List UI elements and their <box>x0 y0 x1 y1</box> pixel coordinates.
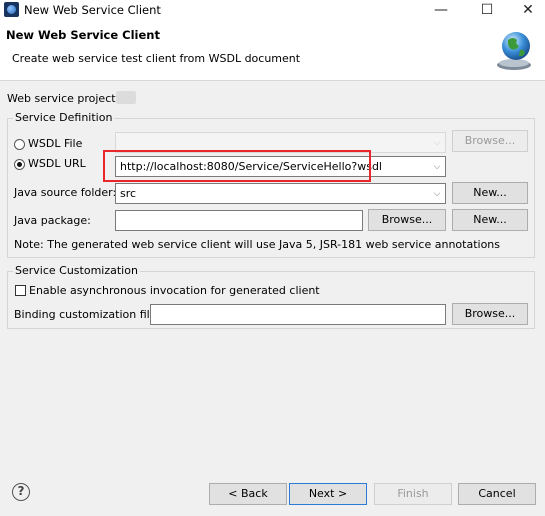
java-package-input[interactable] <box>115 210 363 231</box>
next-button[interactable]: Next > <box>289 483 367 505</box>
chevron-down-icon: ⌵ <box>433 189 441 199</box>
service-customization-legend: Service Customization <box>13 264 140 277</box>
wsdl-url-label: WSDL URL <box>28 157 86 170</box>
page-description: Create web service test client from WSDL… <box>12 52 301 65</box>
wsdl-url-radio[interactable] <box>14 159 25 170</box>
help-icon[interactable]: ? <box>12 483 30 501</box>
binding-customization-label: Binding customization file: <box>14 308 161 321</box>
finish-button[interactable]: Finish <box>374 483 452 505</box>
binding-customization-input[interactable] <box>150 304 446 325</box>
page-title: New Web Service Client <box>6 28 160 42</box>
globe-wizard-icon <box>497 32 531 70</box>
annotation-note: Note: The generated web service client w… <box>14 238 501 251</box>
async-invocation-label: Enable asynchronous invocation for gener… <box>29 284 320 297</box>
java-package-browse-button[interactable]: Browse... <box>368 209 446 231</box>
java-source-folder-new-button[interactable]: New... <box>452 182 528 204</box>
highlight-annotation <box>103 150 371 182</box>
cancel-button[interactable]: Cancel <box>458 483 536 505</box>
maximize-button[interactable]: ☐ <box>470 0 504 20</box>
wsdl-file-browse-button[interactable]: Browse... <box>452 130 528 152</box>
web-service-project-label: Web service project: <box>7 92 120 105</box>
web-service-project-toggle[interactable] <box>116 91 136 104</box>
back-button[interactable]: < Back <box>209 483 287 505</box>
binding-customization-browse-button[interactable]: Browse... <box>452 303 528 325</box>
minimize-button[interactable]: — <box>424 0 458 20</box>
window-title: New Web Service Client <box>24 3 161 17</box>
chevron-down-icon: ⌵ <box>433 162 441 172</box>
chevron-down-icon: ⌵ <box>433 138 441 148</box>
java-package-label: Java package: <box>14 214 91 227</box>
service-definition-legend: Service Definition <box>13 111 115 124</box>
wsdl-file-label: WSDL File <box>28 137 83 150</box>
java-package-new-button[interactable]: New... <box>452 209 528 231</box>
app-icon <box>4 2 19 17</box>
async-invocation-checkbox[interactable] <box>15 285 26 296</box>
java-source-folder-label: Java source folder: <box>14 186 117 199</box>
java-source-folder-combo[interactable]: src <box>115 183 446 204</box>
wsdl-file-radio[interactable] <box>14 139 25 150</box>
close-button[interactable]: ✕ <box>511 0 545 20</box>
